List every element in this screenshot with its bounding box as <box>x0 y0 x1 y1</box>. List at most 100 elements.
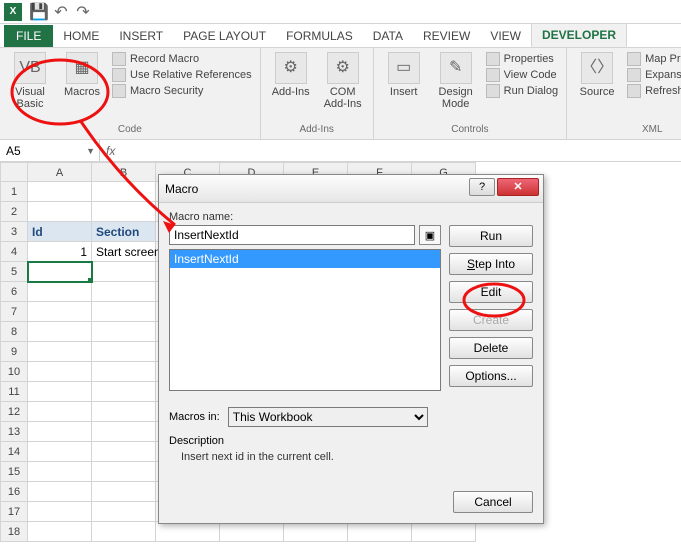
name-box[interactable]: A5 ▼ <box>0 140 100 161</box>
properties-button[interactable]: Properties <box>486 52 558 66</box>
tab-page-layout[interactable]: PAGE LAYOUT <box>173 25 276 47</box>
cell[interactable] <box>284 522 348 542</box>
cell[interactable] <box>28 482 92 502</box>
tab-review[interactable]: REVIEW <box>413 25 480 47</box>
row-header[interactable]: 9 <box>0 342 28 362</box>
expansion-packs-button[interactable]: Expansion Packs <box>627 68 681 82</box>
row-header[interactable]: 10 <box>0 362 28 382</box>
row-header[interactable]: 11 <box>0 382 28 402</box>
cell[interactable]: 1 <box>28 242 92 262</box>
row-header[interactable]: 17 <box>0 502 28 522</box>
insert-control-button[interactable]: ▭ Insert <box>382 52 426 98</box>
tab-data[interactable]: DATA <box>363 25 413 47</box>
cell[interactable] <box>28 282 92 302</box>
cell[interactable] <box>28 262 92 282</box>
cell[interactable] <box>92 482 156 502</box>
cell[interactable] <box>92 402 156 422</box>
select-all-corner[interactable] <box>0 162 28 182</box>
cell[interactable] <box>92 502 156 522</box>
cell[interactable] <box>92 322 156 342</box>
cell[interactable] <box>28 442 92 462</box>
macro-name-input[interactable] <box>169 225 415 245</box>
tab-home[interactable]: HOME <box>53 25 109 47</box>
tab-file[interactable]: FILE <box>4 25 53 47</box>
tab-developer[interactable]: DEVELOPER <box>531 23 627 47</box>
cell[interactable] <box>28 302 92 322</box>
row-header[interactable]: 16 <box>0 482 28 502</box>
redo-icon[interactable]: ↷ <box>74 3 92 21</box>
cell[interactable]: Id <box>28 222 92 242</box>
cell[interactable] <box>92 342 156 362</box>
row-header[interactable]: 6 <box>0 282 28 302</box>
cell[interactable] <box>28 182 92 202</box>
row-header[interactable]: 12 <box>0 402 28 422</box>
cell[interactable] <box>92 382 156 402</box>
step-into-button[interactable]: SStep Intotep Into <box>449 253 533 275</box>
save-icon[interactable]: 💾 <box>30 3 48 21</box>
addins-button[interactable]: ⚙ Add-Ins <box>269 52 313 98</box>
tab-formulas[interactable]: FORMULAS <box>276 25 363 47</box>
cell[interactable] <box>92 202 156 222</box>
cell[interactable] <box>28 362 92 382</box>
cell[interactable] <box>92 282 156 302</box>
cell[interactable] <box>28 402 92 422</box>
cell[interactable] <box>92 362 156 382</box>
macro-list[interactable]: InsertNextId <box>169 249 441 391</box>
cell[interactable] <box>156 522 220 542</box>
macro-list-item[interactable]: InsertNextId <box>170 250 440 268</box>
row-header[interactable]: 8 <box>0 322 28 342</box>
edit-button[interactable]: Edit <box>449 281 533 303</box>
cell[interactable] <box>28 322 92 342</box>
cell[interactable] <box>92 422 156 442</box>
options-button[interactable]: Options... <box>449 365 533 387</box>
row-header[interactable]: 14 <box>0 442 28 462</box>
cell[interactable] <box>28 342 92 362</box>
record-macro-button[interactable]: Record Macro <box>112 52 252 66</box>
macro-security-button[interactable]: Macro Security <box>112 84 252 98</box>
cell[interactable] <box>92 462 156 482</box>
dialog-titlebar[interactable]: Macro ? ✕ <box>159 175 543 203</box>
column-header[interactable]: A <box>28 162 92 182</box>
com-addins-button[interactable]: ⚙ COM Add-Ins <box>321 52 365 110</box>
reference-button[interactable]: ▣ <box>419 225 441 245</box>
macros-button[interactable]: ▦ Macros <box>60 52 104 98</box>
row-header[interactable]: 5 <box>0 262 28 282</box>
cell[interactable] <box>412 522 476 542</box>
cell[interactable] <box>28 202 92 222</box>
macros-in-select[interactable]: This Workbook <box>228 407 428 427</box>
cell[interactable] <box>220 522 284 542</box>
cell[interactable]: Section <box>92 222 156 242</box>
cell[interactable]: Start screen <box>92 242 156 262</box>
source-button[interactable]: 〈〉 Source <box>575 52 619 98</box>
tab-insert[interactable]: INSERT <box>109 25 173 47</box>
visual-basic-button[interactable]: VB Visual Basic <box>8 52 52 110</box>
cell[interactable] <box>28 522 92 542</box>
row-header[interactable]: 7 <box>0 302 28 322</box>
help-button[interactable]: ? <box>469 178 495 196</box>
row-header[interactable]: 15 <box>0 462 28 482</box>
cell[interactable] <box>92 302 156 322</box>
row-header[interactable]: 2 <box>0 202 28 222</box>
cell[interactable] <box>92 262 156 282</box>
cancel-button[interactable]: Cancel <box>453 491 533 513</box>
fx-icon[interactable]: fx <box>106 144 115 158</box>
use-relative-button[interactable]: Use Relative References <box>112 68 252 82</box>
design-mode-button[interactable]: ✎ Design Mode <box>434 52 478 110</box>
cell[interactable] <box>348 522 412 542</box>
refresh-data-button[interactable]: Refresh Data <box>627 84 681 98</box>
cell[interactable] <box>28 422 92 442</box>
chevron-down-icon[interactable]: ▼ <box>86 146 95 156</box>
column-header[interactable]: B <box>92 162 156 182</box>
run-button[interactable]: Run <box>449 225 533 247</box>
delete-button[interactable]: Delete <box>449 337 533 359</box>
row-header[interactable]: 13 <box>0 422 28 442</box>
map-properties-button[interactable]: Map Properties <box>627 52 681 66</box>
close-button[interactable]: ✕ <box>497 178 539 196</box>
row-header[interactable]: 4 <box>0 242 28 262</box>
cell[interactable] <box>28 502 92 522</box>
view-code-button[interactable]: View Code <box>486 68 558 82</box>
row-header[interactable]: 3 <box>0 222 28 242</box>
cell[interactable] <box>92 182 156 202</box>
undo-icon[interactable]: ↶ <box>52 3 70 21</box>
row-header[interactable]: 1 <box>0 182 28 202</box>
